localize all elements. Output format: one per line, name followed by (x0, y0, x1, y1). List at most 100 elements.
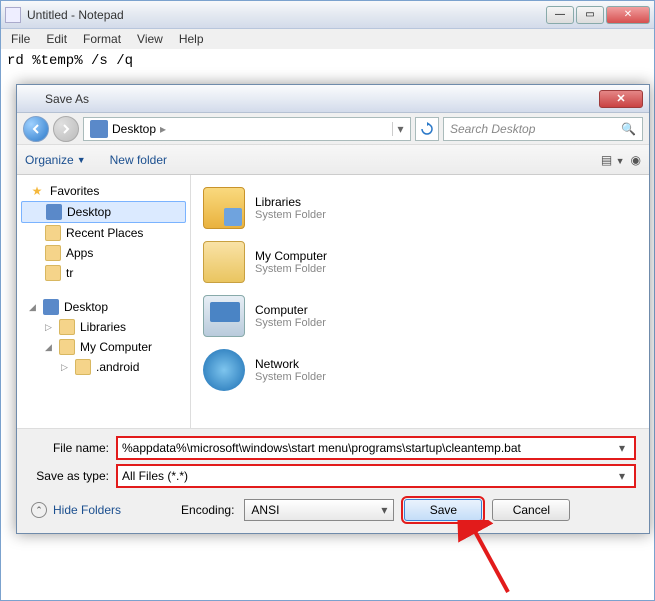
dialog-icon (23, 91, 39, 107)
search-icon: 🔍 (621, 122, 636, 136)
filename-value: %appdata%\microsoft\windows\start menu\p… (122, 441, 521, 455)
tree-label: Desktop (64, 300, 108, 314)
menu-view[interactable]: View (129, 30, 171, 48)
cancel-button[interactable]: Cancel (492, 499, 570, 521)
organize-button[interactable]: Organize ▼ (25, 153, 86, 167)
tree-favorites[interactable]: ★ Favorites (21, 181, 186, 201)
notepad-icon (5, 7, 21, 23)
tree-recent-places[interactable]: Recent Places (21, 223, 186, 243)
network-icon (203, 349, 245, 391)
search-input[interactable]: Search Desktop 🔍 (443, 117, 643, 141)
tree-label: Favorites (50, 184, 99, 198)
encoding-select[interactable]: ANSI ▾ (244, 499, 394, 521)
organize-label: Organize (25, 153, 74, 167)
list-item[interactable]: Computer System Folder (201, 289, 639, 343)
star-icon: ★ (29, 183, 45, 199)
tree-label: Apps (66, 246, 93, 260)
tree-desktop[interactable]: ◢ Desktop (21, 297, 186, 317)
menu-file[interactable]: File (3, 30, 38, 48)
cancel-label: Cancel (513, 503, 550, 517)
chevron-down-icon[interactable]: ▾ (614, 469, 630, 483)
tree-libraries[interactable]: ▷ Libraries (21, 317, 186, 337)
breadcrumb-dropdown[interactable]: ▾ (392, 122, 408, 136)
tree-apps[interactable]: Apps (21, 243, 186, 263)
refresh-button[interactable] (415, 117, 439, 141)
filename-label: File name: (31, 441, 117, 455)
back-button[interactable] (23, 116, 49, 142)
computer-icon (203, 295, 245, 337)
menu-format[interactable]: Format (75, 30, 129, 48)
folder-icon (75, 359, 91, 375)
savetype-select[interactable]: All Files (*.*) ▾ (117, 465, 635, 487)
tree-android[interactable]: ▷ .android (21, 357, 186, 377)
refresh-icon (420, 122, 434, 136)
savetype-label: Save as type: (31, 469, 117, 483)
item-name: Computer (255, 303, 326, 317)
help-button[interactable]: ◉ (631, 153, 641, 167)
arrow-right-icon (60, 123, 72, 135)
tree-mycomputer[interactable]: ◢ My Computer (21, 337, 186, 357)
folder-icon (203, 241, 245, 283)
new-folder-button[interactable]: New folder (110, 153, 167, 167)
item-sub: System Folder (255, 263, 327, 275)
notepad-titlebar: Untitled - Notepad — ▭ ✕ (1, 1, 654, 29)
tree-label: Desktop (67, 205, 111, 219)
item-sub: System Folder (255, 317, 326, 329)
breadcrumb-location: Desktop (112, 122, 156, 136)
list-item[interactable]: Libraries System Folder (201, 181, 639, 235)
arrow-left-icon (30, 123, 42, 135)
folder-icon (45, 265, 61, 281)
list-item[interactable]: Network System Folder (201, 343, 639, 397)
item-name: Libraries (255, 195, 326, 209)
expand-icon[interactable]: ▷ (61, 362, 70, 373)
item-name: My Computer (255, 249, 327, 263)
expand-icon[interactable]: ◢ (29, 302, 38, 313)
chevron-right-icon: ▸ (156, 122, 170, 136)
tree-tr[interactable]: tr (21, 263, 186, 283)
close-button[interactable]: ✕ (606, 6, 650, 24)
list-item[interactable]: My Computer System Folder (201, 235, 639, 289)
tree-label: Libraries (80, 320, 126, 334)
desktop-icon (43, 299, 59, 315)
window-controls: — ▭ ✕ (544, 6, 650, 24)
breadcrumb[interactable]: Desktop ▸ ▾ (83, 117, 411, 141)
minimize-button[interactable]: — (546, 6, 574, 24)
item-name: Network (255, 357, 326, 371)
forward-button[interactable] (53, 116, 79, 142)
hide-folders-label: Hide Folders (53, 503, 121, 517)
chevron-down-icon: ▼ (77, 155, 86, 165)
menu-help[interactable]: Help (171, 30, 212, 48)
encoding-value: ANSI (251, 503, 279, 517)
file-listing: Libraries System Folder My Computer Syst… (191, 175, 649, 428)
chevron-down-icon[interactable]: ▾ (614, 441, 630, 455)
folder-icon (59, 339, 75, 355)
hide-folders-button[interactable]: ⌃ Hide Folders (31, 502, 121, 518)
view-options-button[interactable]: ▤ ▼ (601, 153, 625, 167)
tree-label: .android (96, 360, 139, 374)
dialog-title: Save As (45, 92, 599, 106)
dialog-body: ★ Favorites Desktop Recent Places Apps t… (17, 175, 649, 428)
tree-label: My Computer (80, 340, 152, 354)
tree-desktop-fav[interactable]: Desktop (21, 201, 186, 223)
save-label: Save (430, 503, 457, 517)
dialog-titlebar: Save As ✕ (17, 85, 649, 113)
filename-input[interactable]: %appdata%\microsoft\windows\start menu\p… (117, 437, 635, 459)
maximize-button[interactable]: ▭ (576, 6, 604, 24)
nav-tree: ★ Favorites Desktop Recent Places Apps t… (17, 175, 191, 428)
libraries-icon (59, 319, 75, 335)
chevron-down-icon[interactable]: ▾ (381, 503, 387, 517)
form-area: File name: %appdata%\microsoft\windows\s… (17, 428, 649, 533)
tree-label: tr (66, 266, 73, 280)
expand-icon[interactable]: ◢ (45, 342, 54, 353)
expand-icon[interactable]: ▷ (45, 322, 54, 333)
search-placeholder: Search Desktop (450, 122, 535, 136)
item-sub: System Folder (255, 371, 326, 383)
desktop-icon (90, 120, 108, 138)
menu-edit[interactable]: Edit (38, 30, 75, 48)
save-button[interactable]: Save (404, 499, 482, 521)
encoding-label: Encoding: (181, 503, 234, 517)
nav-row: Desktop ▸ ▾ Search Desktop 🔍 (17, 113, 649, 145)
dialog-close-button[interactable]: ✕ (599, 90, 643, 108)
item-sub: System Folder (255, 209, 326, 221)
collapse-icon: ⌃ (31, 502, 47, 518)
